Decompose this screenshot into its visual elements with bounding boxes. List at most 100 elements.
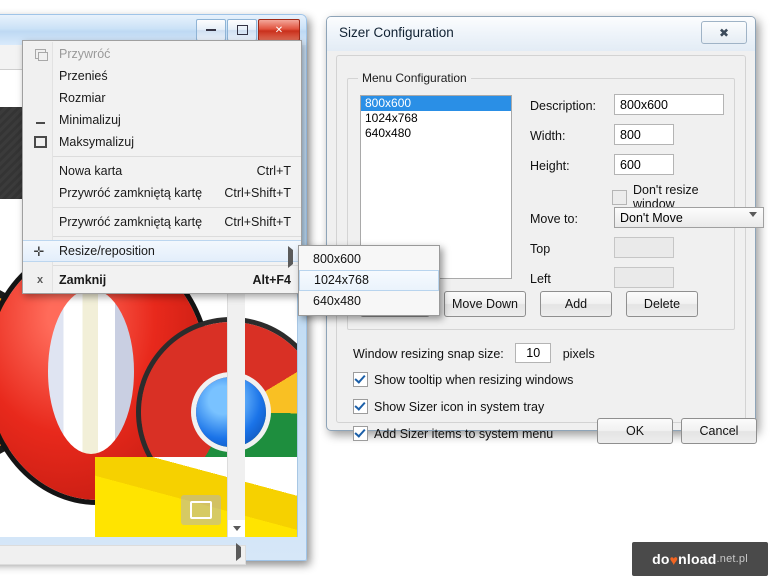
download-net-pl-watermark: do ♥ nload .net.pl	[632, 542, 768, 576]
minimize-icon	[29, 109, 51, 131]
width-input[interactable]	[614, 124, 674, 145]
scroll-right-arrow-icon[interactable]	[236, 543, 241, 561]
submenu-item-1024x768[interactable]: 1024x768	[299, 270, 439, 291]
scroll-down-arrow-icon[interactable]	[228, 520, 245, 537]
dialog-title: Sizer Configuration	[339, 25, 454, 40]
restore-icon	[29, 43, 51, 65]
dialog-close-button[interactable]: ✖	[701, 21, 747, 44]
show-tray-icon-checkbox-row[interactable]: Show Sizer icon in system tray	[353, 399, 544, 414]
resize-reposition-submenu[interactable]: 800x600 1024x768 640x480	[298, 245, 440, 316]
system-context-menu[interactable]: Przywróć Przenieś Rozmiar Minimalizuj Ma…	[22, 40, 302, 294]
menu-item-restore[interactable]: Przywróć	[23, 43, 301, 65]
x-icon: x	[36, 274, 44, 286]
watermark-middle: nload	[678, 551, 717, 567]
snap-size-input[interactable]	[515, 343, 552, 363]
menu-item-accelerator: Alt+F4	[252, 273, 291, 287]
opera-logo-inner-icon	[48, 289, 134, 454]
menu-separator	[52, 156, 301, 157]
share-square-icon	[190, 501, 212, 519]
cancel-button[interactable]: Cancel	[681, 418, 757, 444]
description-input[interactable]	[614, 94, 724, 115]
menu-separator	[52, 207, 301, 208]
move-icon: ✛	[33, 243, 45, 259]
share-badge-icon	[181, 495, 221, 525]
move-to-dropdown[interactable]: Don't Move	[614, 207, 764, 231]
ok-button[interactable]: OK	[597, 418, 673, 444]
group-title: Menu Configuration	[358, 71, 471, 85]
watermark-suffix: .net.pl	[716, 553, 748, 565]
menu-item-label: Przywróć	[59, 47, 111, 61]
move-to-label: Move to:	[530, 212, 578, 226]
close-button[interactable]: ✕	[258, 19, 300, 41]
menu-item-resize-reposition[interactable]: ✛ Resize/reposition	[23, 240, 301, 268]
heart-icon: ♥	[669, 552, 679, 568]
chevron-right-icon	[288, 246, 293, 268]
left-label: Left	[530, 272, 551, 286]
menu-item-label: Rozmiar	[59, 91, 106, 105]
add-system-menu-checkbox-row[interactable]: Add Sizer items to system menu	[353, 426, 553, 441]
width-label: Width:	[530, 129, 566, 143]
maximize-icon	[29, 131, 51, 153]
watermark-prefix: do	[652, 551, 670, 567]
show-tray-icon-checkbox[interactable]	[353, 399, 368, 414]
dialog-panel: Menu Configuration 800x600 1024x768 640x…	[336, 55, 764, 444]
delete-button[interactable]: Delete	[626, 291, 698, 317]
menu-item-size[interactable]: Rozmiar	[23, 87, 301, 109]
height-input[interactable]	[614, 154, 674, 175]
top-input[interactable]	[614, 237, 674, 258]
maximize-icon	[236, 25, 248, 35]
menu-item-maximize[interactable]: Maksymalizuj	[23, 131, 301, 153]
listbox-item[interactable]: 640x480	[361, 126, 511, 141]
menu-item-minimize[interactable]: Minimalizuj	[23, 109, 301, 131]
top-label: Top	[530, 242, 551, 256]
window-controls: ✕	[196, 19, 300, 41]
add-system-menu-label: Add Sizer items to system menu	[374, 426, 554, 441]
add-button[interactable]: Add	[540, 291, 612, 317]
dialog-body: Menu Configuration 800x600 1024x768 640x…	[328, 51, 764, 444]
submenu-item-640x480[interactable]: 640x480	[299, 291, 439, 312]
add-system-menu-checkbox[interactable]	[353, 426, 368, 441]
left-input[interactable]	[614, 267, 674, 288]
listbox-item[interactable]: 800x600	[361, 96, 511, 111]
menu-item-move[interactable]: Przenieś	[23, 65, 301, 87]
height-label: Height:	[530, 159, 570, 173]
menu-item-close[interactable]: x Zamknij Alt+F4	[23, 269, 301, 291]
menu-item-label: Nowa karta	[59, 164, 123, 178]
menu-item-restore-closed-tab[interactable]: Przywróć zamkniętą kartę Ctrl+Shift+T	[23, 182, 301, 204]
menu-item-label: Resize/reposition	[59, 244, 155, 258]
menu-item-accelerator: Ctrl+T	[256, 164, 291, 178]
move-down-button[interactable]: Move Down	[444, 291, 526, 317]
snap-size-unit: pixels	[562, 347, 595, 361]
menu-item-label: Przenieś	[59, 69, 108, 83]
close-icon: ✕	[274, 24, 284, 36]
show-tray-icon-label: Show Sizer icon in system tray	[374, 399, 545, 414]
dialog-titlebar: Sizer Configuration ✖	[327, 17, 755, 51]
submenu-item-800x600[interactable]: 800x600	[299, 249, 439, 270]
dont-resize-window-checkbox[interactable]	[612, 189, 627, 205]
move-to-value: Don't Move	[620, 211, 683, 225]
show-tooltip-checkbox[interactable]	[353, 372, 368, 387]
page-horizontal-scrollbar[interactable]	[0, 543, 246, 565]
description-label: Description:	[530, 99, 596, 113]
menu-item-accelerator: Ctrl+Shift+T	[224, 186, 291, 200]
listbox-item[interactable]: 1024x768	[361, 111, 511, 126]
snap-size-label: Window resizing snap size:	[353, 347, 504, 361]
menu-item-label: Przywróć zamkniętą kartę	[59, 186, 203, 200]
menu-separator	[52, 236, 301, 237]
menu-item-label: Zamknij	[59, 273, 107, 287]
menu-item-new-tab[interactable]: Nowa karta Ctrl+T	[23, 160, 301, 182]
show-tooltip-checkbox-row[interactable]: Show tooltip when resizing windows	[353, 372, 573, 387]
close-icon: ✖	[718, 25, 730, 40]
minimize-button[interactable]	[196, 19, 226, 41]
maximize-button[interactable]	[227, 19, 257, 41]
chevron-down-icon	[749, 212, 757, 232]
snap-size-row: Window resizing snap size: pixels	[353, 343, 595, 364]
menu-separator	[52, 265, 301, 266]
show-tooltip-label: Show tooltip when resizing windows	[374, 372, 574, 387]
menu-item-label: Maksymalizuj	[59, 135, 135, 149]
menu-item-label: Minimalizuj	[59, 113, 121, 127]
menu-item-label: Przywróć zamkniętą kartę	[59, 215, 203, 229]
minimize-icon	[206, 29, 216, 31]
menu-item-restore-closed-tab-2[interactable]: Przywróć zamkniętą kartę Ctrl+Shift+T	[23, 211, 301, 233]
menu-item-accelerator: Ctrl+Shift+T	[224, 215, 291, 229]
